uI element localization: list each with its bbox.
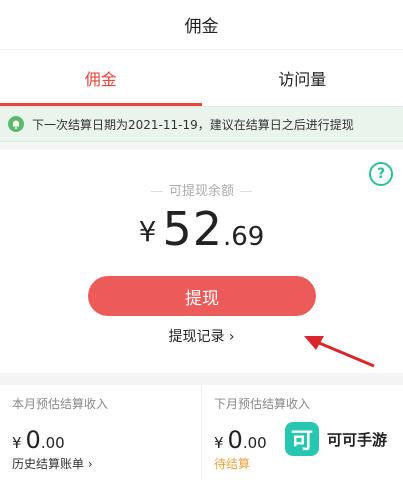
tab-bar: 佣金 访问量 (0, 50, 403, 106)
settlement-notice: 下一次结算日期为2021-11-19，建议在结算日之后进行提现 (0, 106, 403, 142)
bell-icon (8, 116, 24, 132)
tab-visits[interactable]: 访问量 (202, 50, 403, 106)
chevron-right-icon: › (228, 329, 235, 345)
this-month-amount: ¥0.00 (12, 426, 65, 454)
top-bar: 佣金 (0, 0, 403, 50)
annotation-arrow-icon (304, 336, 375, 368)
page-title: 佣金 (184, 17, 219, 37)
pending-settlement-link[interactable]: 待结算 (214, 455, 250, 472)
watermark-text: 可可手游 (326, 430, 387, 449)
balance-label: 可提现余额 (168, 184, 234, 199)
history-bills-link[interactable]: 历史结算账单 › (12, 455, 93, 472)
watermark-logo: 可 (284, 422, 319, 456)
chevron-right-icon: › (87, 457, 93, 471)
balance-label-row: 可提现余额 (0, 180, 403, 199)
balance-decimal: .69 (223, 222, 265, 252)
watermark: 可 可可手游 (284, 422, 387, 456)
next-month-label: 下月预估结算收入 (214, 397, 311, 411)
divider (240, 191, 252, 192)
divider (150, 191, 163, 192)
balance-amount: ¥52.69 (0, 202, 403, 256)
tab-commission[interactable]: 佣金 (0, 50, 202, 106)
this-month-label: 本月预估结算收入 (12, 397, 109, 411)
balance-integer: 52 (162, 202, 223, 256)
this-month-income: 本月预估结算收入 ¥0.00 历史结算账单 › (0, 385, 201, 480)
withdraw-button[interactable]: 提现 (88, 276, 316, 316)
withdraw-records-label: 提现记录 (168, 329, 225, 345)
notice-text: 下一次结算日期为2021-11-19，建议在结算日之后进行提现 (32, 117, 354, 132)
currency-symbol: ¥ (138, 215, 157, 248)
